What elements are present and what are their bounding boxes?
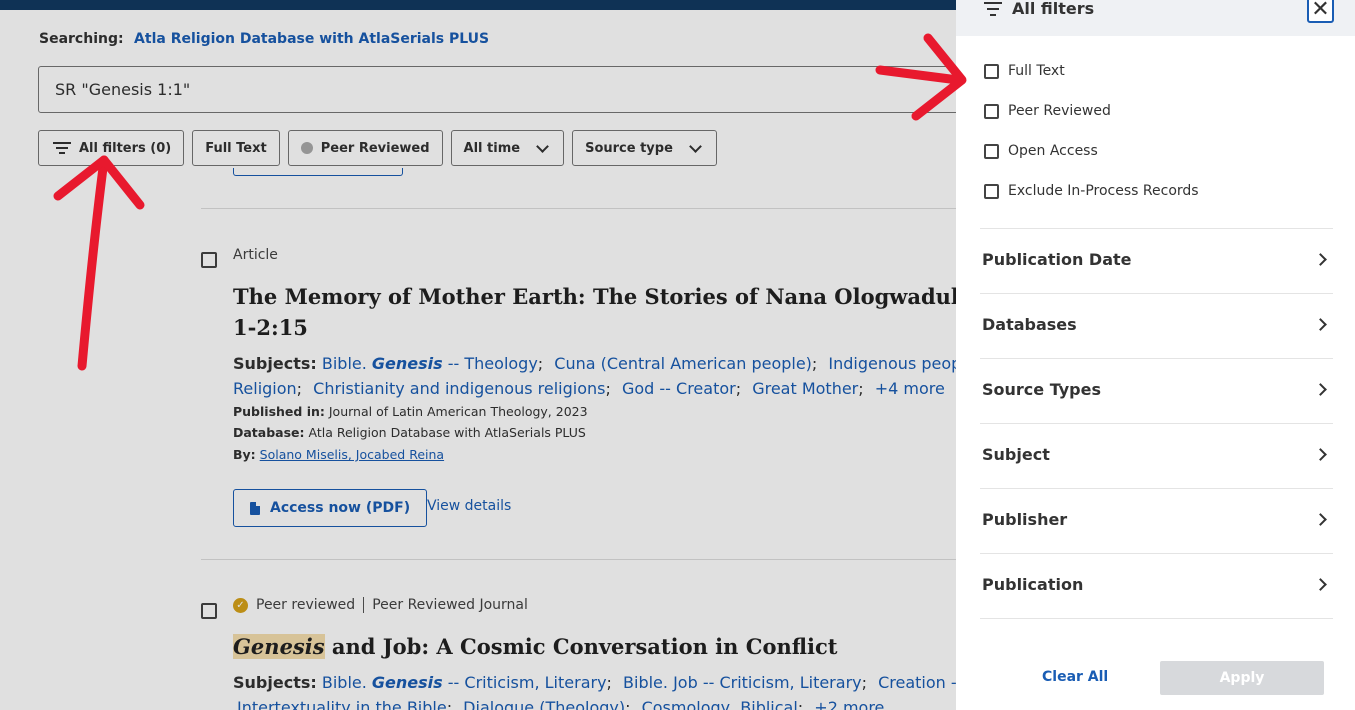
panel-title: All filters <box>1012 0 1095 18</box>
chevron-right-icon <box>1314 253 1327 266</box>
facet-source-types[interactable]: Source Types <box>980 358 1333 423</box>
facet-publication-date[interactable]: Publication Date <box>980 228 1333 293</box>
facet-subject[interactable]: Subject <box>980 423 1333 488</box>
facet-label: Subject <box>982 445 1050 464</box>
checkbox[interactable] <box>984 63 999 79</box>
all-filters-panel: All filters ✕ Full Text Peer Reviewed Op… <box>956 0 1355 710</box>
facet-publication[interactable]: Publication <box>980 553 1333 618</box>
checkbox-label: Peer Reviewed <box>1008 103 1111 119</box>
chevron-right-icon <box>1314 448 1327 461</box>
chevron-right-icon <box>1314 513 1327 526</box>
checkbox[interactable] <box>984 103 999 119</box>
checkbox-label: Full Text <box>1008 63 1065 79</box>
facet-label: Databases <box>982 315 1077 334</box>
filter-checkbox-open-access[interactable]: Open Access <box>984 143 1098 159</box>
close-icon: ✕ <box>1311 0 1330 22</box>
clear-all-button[interactable]: Clear All <box>1042 669 1108 685</box>
panel-header: All filters ✕ <box>956 0 1355 36</box>
checkbox-label: Exclude In-Process Records <box>1008 183 1199 199</box>
checkbox-label: Open Access <box>1008 143 1098 159</box>
modal-backdrop[interactable] <box>0 0 956 710</box>
filter-checkbox-exclude-in-process[interactable]: Exclude In-Process Records <box>984 183 1199 199</box>
facet-label: Publication Date <box>982 250 1132 269</box>
filter-icon <box>984 1 1002 17</box>
facet-divider <box>980 618 1333 619</box>
chevron-right-icon <box>1314 383 1327 396</box>
checkbox[interactable] <box>984 143 999 159</box>
facet-label: Publication <box>982 575 1084 594</box>
close-panel-button[interactable]: ✕ <box>1307 0 1334 23</box>
filter-checkbox-peer-reviewed[interactable]: Peer Reviewed <box>984 103 1111 119</box>
facet-databases[interactable]: Databases <box>980 293 1333 358</box>
chevron-right-icon <box>1314 578 1327 591</box>
facet-label: Publisher <box>982 510 1068 529</box>
checkbox[interactable] <box>984 183 999 199</box>
facet-label: Source Types <box>982 380 1101 399</box>
apply-button[interactable]: Apply <box>1160 661 1324 695</box>
filter-checkbox-full-text[interactable]: Full Text <box>984 63 1065 79</box>
chevron-right-icon <box>1314 318 1327 331</box>
facet-publisher[interactable]: Publisher <box>980 488 1333 553</box>
